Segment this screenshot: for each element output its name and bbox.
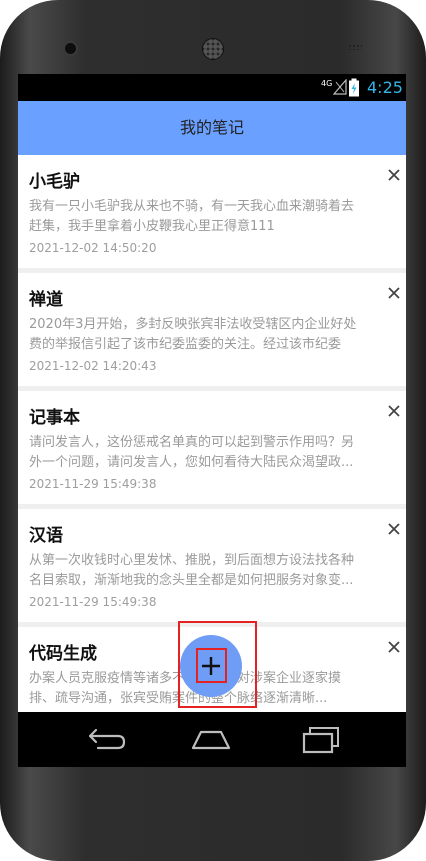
note-content: 2020年3月开始，多封反映张宾非法收受辖区内企业好处 费的举报信引起了该市纪委… [29, 315, 406, 355]
battery-icon [349, 78, 359, 97]
note-card[interactable]: 禅道 2020年3月开始，多封反映张宾非法收受辖区内企业好处 费的举报信引起了该… [18, 273, 406, 386]
note-content-line: 我有一只小毛驴我从来也不骑，有一天我心血来潮骑着去 [29, 199, 355, 214]
home-icon[interactable] [189, 724, 233, 756]
notes-list[interactable]: 小毛驴 我有一只小毛驴我从来也不骑，有一天我心血来潮骑着去 赶集，我手里拿着小皮… [18, 155, 406, 712]
proximity-sensor [348, 44, 362, 50]
note-content-line: 从第一次收钱时心里发怵、推脱，到后面想方设法找各种 [29, 553, 355, 568]
close-icon[interactable] [382, 517, 406, 541]
close-icon[interactable] [382, 399, 406, 423]
note-content-line: 外一个问题，请问发言人，您如何看待大陆民众渴望政... [29, 455, 354, 470]
back-icon[interactable] [84, 724, 128, 756]
note-title: 汉语 [29, 526, 63, 546]
note-content-line: 赶集，我手里拿着小皮鞭我心里正得意111 [29, 219, 275, 234]
plus-icon [202, 657, 220, 675]
note-content-line: 请问发言人，这份惩戒名单真的可以起到警示作用吗？另 [29, 435, 355, 450]
screen: 4G 4:25 我的笔记 小毛驴 我有一只小毛驴我从来也不骑，有一天我心血来潮骑… [18, 74, 406, 767]
note-date: 2021-12-02 14:50:20 [29, 241, 157, 255]
note-content: 请问发言人，这份惩戒名单真的可以起到警示作用吗？另 外一个问题，请问发言人，您如… [29, 433, 406, 473]
note-content: 我有一只小毛驴我从来也不骑，有一天我心血来潮骑着去 赶集，我手里拿着小皮鞭我心里… [29, 197, 406, 237]
note-title: 代码生成 [29, 644, 97, 664]
network-type: 4G [321, 79, 333, 88]
close-icon[interactable] [382, 281, 406, 305]
phone-frame: 4G 4:25 我的笔记 小毛驴 我有一只小毛驴我从来也不骑，有一天我心血来潮骑… [0, 0, 426, 861]
note-date: 2021-11-29 15:49:38 [29, 595, 157, 609]
note-content: 从第一次收钱时心里发怵、推脱，到后面想方设法找各种 名目索取，渐渐地我的念头里全… [29, 551, 406, 591]
note-card[interactable]: 汉语 从第一次收钱时心里发怵、推脱，到后面想方设法找各种 名目索取，渐渐地我的念… [18, 509, 406, 622]
status-bar: 4G 4:25 [18, 74, 406, 101]
front-camera [63, 41, 78, 56]
signal-icon [333, 79, 347, 95]
add-note-button[interactable] [180, 635, 242, 697]
page-title: 我的笔记 [179, 118, 244, 137]
recents-icon[interactable] [298, 724, 342, 756]
note-date: 2021-12-02 14:20:43 [29, 359, 157, 373]
note-card[interactable]: 记事本 请问发言人，这份惩戒名单真的可以起到警示作用吗？另 外一个问题，请问发言… [18, 391, 406, 504]
app-bar: 我的笔记 [18, 101, 406, 155]
close-icon[interactable] [382, 163, 406, 187]
note-content-line: 费的举报信引起了该市纪委监委的关注。经过该市纪委 [29, 337, 342, 352]
note-content-line: 名目索取，渐渐地我的念头里全都是如何把服务对象变... [29, 573, 354, 588]
close-icon[interactable] [382, 635, 406, 659]
note-title: 小毛驴 [29, 172, 80, 192]
status-time: 4:25 [367, 78, 403, 97]
navigation-bar [18, 712, 406, 767]
note-title: 记事本 [29, 408, 80, 428]
note-card[interactable]: 小毛驴 我有一只小毛驴我从来也不骑，有一天我心血来潮骑着去 赶集，我手里拿着小皮… [18, 155, 406, 268]
note-date: 2021-11-29 15:49:38 [29, 477, 157, 491]
note-content-line: 2020年3月开始，多封反映张宾非法收受辖区内企业好处 [29, 317, 357, 332]
note-title: 禅道 [29, 290, 63, 310]
earpiece-speaker [202, 38, 224, 60]
